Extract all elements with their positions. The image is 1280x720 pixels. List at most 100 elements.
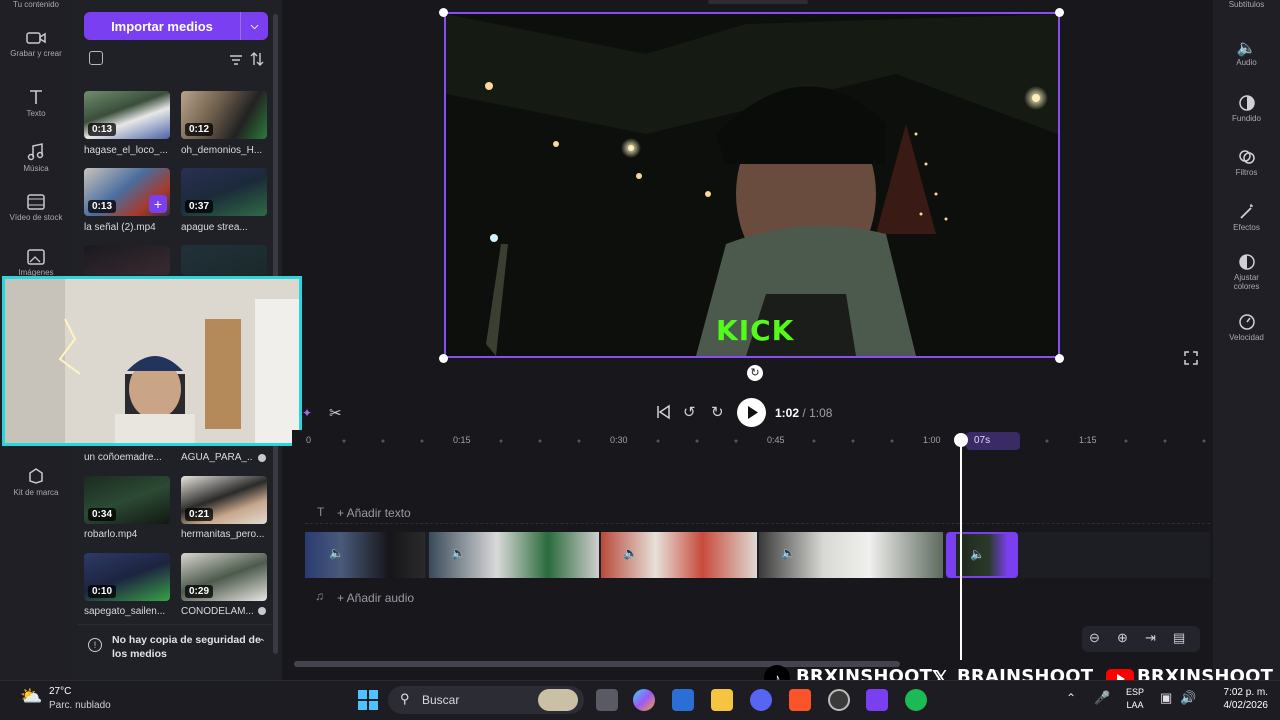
resize-handle[interactable] bbox=[1055, 8, 1064, 17]
timeline-ruler: 0 0:15 0:30 0:45 1:00 1:15 bbox=[292, 432, 1212, 450]
rail-item-text[interactable]: Texto bbox=[0, 88, 72, 118]
timeline-clip[interactable]: 🔈 bbox=[759, 532, 943, 578]
play-icon bbox=[748, 406, 758, 419]
media-item[interactable]: 0:12 bbox=[181, 91, 267, 139]
add-audio-track[interactable]: ♫ + Añadir audio bbox=[305, 586, 1210, 610]
windows-start-icon[interactable] bbox=[357, 689, 379, 711]
resize-handle[interactable] bbox=[439, 354, 448, 363]
rail-item-music[interactable]: Música bbox=[0, 143, 72, 173]
selected-timeline-clip[interactable]: 🔈 bbox=[946, 532, 1018, 578]
clipchamp-icon[interactable] bbox=[866, 689, 888, 711]
store-icon[interactable] bbox=[672, 689, 694, 711]
text-icon: T bbox=[317, 505, 325, 519]
skip-back-icon[interactable] bbox=[655, 404, 671, 420]
spotify-icon[interactable] bbox=[905, 689, 927, 711]
magic-sparkle-icon[interactable]: ✦ bbox=[302, 406, 312, 420]
magic-wand-icon bbox=[1239, 204, 1253, 219]
fit-icon[interactable]: ⇥ bbox=[1145, 630, 1156, 646]
zoom-in-icon[interactable]: ⊕ bbox=[1117, 630, 1128, 646]
network-icon[interactable]: ▣ bbox=[1160, 690, 1172, 706]
microphone-icon[interactable]: 🎤 bbox=[1094, 690, 1110, 706]
copilot-icon[interactable] bbox=[633, 689, 655, 711]
resize-handle[interactable] bbox=[439, 8, 448, 17]
video-preview[interactable]: KICK bbox=[444, 12, 1060, 358]
volume-icon[interactable]: 🔊 bbox=[1180, 690, 1196, 706]
media-item[interactable] bbox=[84, 245, 170, 275]
backup-notice[interactable]: ! No hay copia de seguridad de los medio… bbox=[78, 624, 274, 666]
time-readout: 1:02 / 1:08 bbox=[775, 406, 833, 420]
add-text-track[interactable]: T + Añadir texto bbox=[305, 500, 1210, 524]
rail-item-subtitles[interactable]: Subtítulos bbox=[1213, 0, 1280, 9]
taskbar-search[interactable]: ⚲ Buscar bbox=[388, 686, 584, 714]
zoom-out-icon[interactable]: ⊖ bbox=[1089, 630, 1100, 646]
tray-chevron-icon[interactable]: ⌃ bbox=[1066, 691, 1076, 705]
fade-icon bbox=[1238, 95, 1255, 111]
search-icon: ⚲ bbox=[400, 691, 410, 706]
rail-item-adjust-colors[interactable]: Ajustar colores bbox=[1213, 253, 1280, 291]
file-explorer-icon[interactable] bbox=[711, 689, 733, 711]
media-item[interactable]: 0:13 bbox=[84, 91, 170, 139]
add-to-timeline-button[interactable]: + bbox=[149, 195, 167, 213]
import-media-button[interactable]: Importar medios ⌵ bbox=[84, 12, 268, 40]
webcam-overlay bbox=[2, 276, 302, 446]
rail-item-effects[interactable]: Efectos bbox=[1213, 203, 1280, 232]
brave-icon[interactable] bbox=[789, 689, 811, 711]
task-view-icon[interactable] bbox=[596, 689, 618, 711]
rail-item-stock-video[interactable]: Vídeo de stock bbox=[0, 194, 72, 222]
play-button[interactable] bbox=[737, 398, 766, 427]
resize-handle[interactable] bbox=[1055, 354, 1064, 363]
weather-widget[interactable]: ⛅ 27°C Parc. nublado bbox=[20, 684, 150, 716]
rail-item-your-content[interactable]: Tu contenido bbox=[0, 0, 72, 9]
media-item[interactable]: 0:29 bbox=[181, 553, 267, 601]
timeline-clip[interactable]: 🔈 bbox=[601, 532, 757, 578]
chevron-down-icon[interactable]: ⌵ bbox=[240, 12, 268, 40]
timeline-clip[interactable]: 🔈 bbox=[305, 532, 425, 578]
rail-item-images[interactable]: Imágenes bbox=[0, 249, 72, 277]
split-scissors-icon[interactable]: ✂ bbox=[329, 404, 342, 422]
chrome-icon[interactable] bbox=[828, 689, 850, 711]
weather-icon: ⛅ bbox=[20, 686, 43, 706]
speaker-icon: 🔈 bbox=[1236, 40, 1257, 57]
properties-rail: Subtítulos 🔈 Audio Fundido Filtros Efect… bbox=[1213, 0, 1280, 680]
language-indicator[interactable]: ESP LAA bbox=[1122, 686, 1148, 712]
status-dot-icon bbox=[258, 607, 266, 615]
media-item[interactable]: 0:37 bbox=[181, 168, 267, 216]
rail-item-brand-kit[interactable]: Kit de marca bbox=[0, 467, 72, 497]
speaker-icon: 🔈 bbox=[781, 546, 796, 560]
rail-item-speed[interactable]: Velocidad bbox=[1213, 313, 1280, 342]
rail-item-filters[interactable]: Filtros bbox=[1213, 148, 1280, 177]
forward-5s-icon[interactable]: ↻ bbox=[711, 403, 724, 421]
rewind-5s-icon[interactable]: ↺ bbox=[683, 403, 696, 421]
rail-item-record[interactable]: Grabar y crear bbox=[0, 30, 72, 58]
chevron-up-icon[interactable]: ⌃ bbox=[258, 638, 266, 649]
speedometer-icon bbox=[1238, 314, 1255, 330]
clock[interactable]: 7:02 p. m. 4/02/2026 bbox=[1208, 686, 1269, 712]
stage-top-handle[interactable] bbox=[708, 0, 808, 4]
media-item[interactable] bbox=[181, 245, 267, 275]
rail-item-fade[interactable]: Fundido bbox=[1213, 94, 1280, 123]
speaker-icon: 🔈 bbox=[451, 546, 466, 560]
filters-icon bbox=[1238, 150, 1255, 164]
rail-item-audio[interactable]: 🔈 Audio bbox=[1213, 40, 1280, 67]
media-item[interactable]: 0:10 bbox=[84, 553, 170, 601]
media-item[interactable]: 0:21 bbox=[181, 476, 267, 524]
media-item[interactable]: 0:13 + bbox=[84, 168, 170, 216]
playhead[interactable] bbox=[960, 440, 962, 660]
sort-icon[interactable] bbox=[249, 51, 265, 67]
timeline-clip[interactable]: 🔈 bbox=[429, 532, 599, 578]
video-frame bbox=[446, 14, 1058, 356]
playhead-knob[interactable] bbox=[954, 433, 968, 447]
select-all-checkbox[interactable] bbox=[89, 51, 103, 65]
discord-icon[interactable] bbox=[750, 689, 772, 711]
expand-icon[interactable]: ▤ bbox=[1173, 630, 1185, 646]
contrast-icon bbox=[1238, 254, 1255, 270]
media-item[interactable]: 0:34 bbox=[84, 476, 170, 524]
info-icon: ! bbox=[88, 638, 102, 652]
fullscreen-icon[interactable] bbox=[1184, 351, 1198, 365]
brand-kit-icon bbox=[29, 468, 43, 484]
webcam-feed bbox=[5, 279, 299, 443]
film-icon bbox=[27, 194, 45, 210]
filter-icon[interactable] bbox=[229, 53, 243, 65]
speaker-icon: 🔈 bbox=[970, 547, 985, 561]
rotate-icon[interactable]: ↻ bbox=[747, 365, 763, 381]
